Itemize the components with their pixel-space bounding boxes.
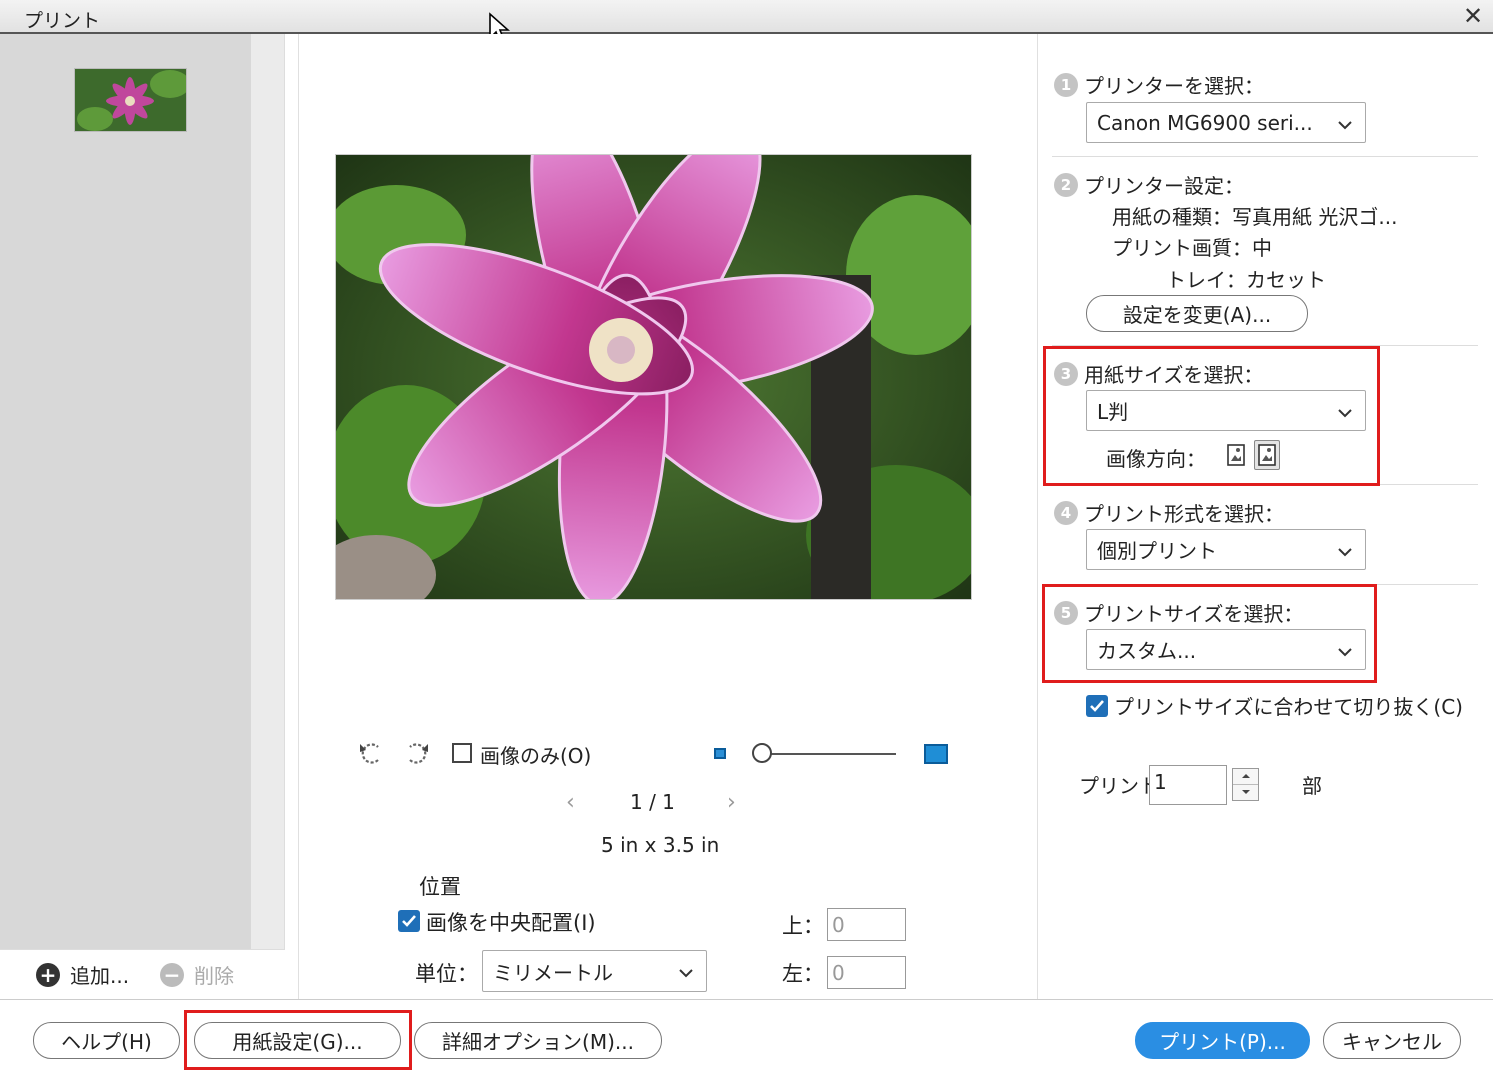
highlight-paper-size: [1043, 346, 1380, 486]
copies-input[interactable]: 1: [1149, 765, 1227, 805]
divider: [1052, 156, 1478, 157]
decrement-icon[interactable]: [1233, 785, 1258, 801]
step1-heading: 1 プリンターを選択：: [1054, 70, 1264, 99]
increment-icon[interactable]: [1233, 769, 1258, 785]
chevron-down-icon: [678, 959, 694, 983]
left-offset-input[interactable]: 0: [827, 956, 906, 989]
crop-to-fit-label: プリントサイズに合わせて切り抜く(C): [1114, 695, 1463, 719]
image-only-checkbox[interactable]: [452, 743, 472, 763]
page-indicator: 1 / 1: [630, 790, 675, 814]
rotate-left-icon[interactable]: [356, 738, 386, 773]
checkmark-icon: [1090, 700, 1104, 712]
print-format-value: 個別プリント: [1097, 539, 1217, 563]
delete-label: 削除: [194, 964, 234, 988]
left-offset-label: 左：: [782, 962, 824, 986]
delete-photo-button[interactable]: − 削除: [160, 960, 234, 989]
print-quality-text: プリント画質：中: [1112, 236, 1272, 260]
chevron-down-icon: [1337, 111, 1353, 135]
tray-text: トレイ：カセット: [1166, 268, 1326, 292]
crop-to-fit-checkbox[interactable]: [1086, 695, 1108, 717]
copies-label: プリント: [1079, 774, 1159, 798]
advanced-options-button[interactable]: 詳細オプション(M)...: [414, 1022, 662, 1059]
thumbnail-panel: [0, 34, 251, 949]
print-preview-image: [335, 154, 972, 600]
center-image-label: 画像を中央配置(I): [426, 911, 596, 935]
step2-heading: 2 プリンター設定：: [1054, 170, 1244, 199]
cancel-button[interactable]: キャンセル: [1323, 1022, 1461, 1059]
highlight-paper-setup: [184, 1010, 412, 1070]
highlight-print-size: [1042, 584, 1377, 683]
step-number-badge: 1: [1054, 72, 1078, 97]
paper-type-text: 用紙の種類：写真用紙 光沢ゴ...: [1112, 205, 1398, 229]
step-number-badge: 2: [1054, 172, 1078, 197]
step1-label: プリンターを選択：: [1084, 74, 1264, 98]
unit-label: 単位：: [415, 962, 478, 986]
window-title: プリント: [24, 10, 101, 32]
printer-dropdown[interactable]: Canon MG6900 seri...: [1086, 102, 1366, 143]
step4-label: プリント形式を選択：: [1084, 502, 1284, 526]
step-number-badge: 4: [1054, 500, 1078, 525]
print-button[interactable]: プリント(P)...: [1135, 1022, 1310, 1059]
change-settings-button[interactable]: 設定を変更(A)...: [1086, 295, 1308, 332]
rotate-right-icon[interactable]: [402, 738, 432, 773]
zoom-in-icon[interactable]: [924, 744, 948, 764]
unit-value: ミリメートル: [493, 960, 613, 985]
printer-value: Canon MG6900 seri...: [1097, 110, 1313, 135]
previous-page-icon[interactable]: ‹: [566, 790, 575, 815]
center-image-checkbox[interactable]: [398, 910, 420, 932]
chevron-down-icon: [1337, 538, 1353, 562]
zoom-out-icon[interactable]: [714, 748, 726, 759]
position-heading: 位置: [419, 875, 461, 899]
close-icon[interactable]: ✕: [1463, 2, 1483, 30]
thumbnail-scroll-strip[interactable]: [251, 34, 285, 999]
photo-thumbnail[interactable]: [74, 68, 187, 132]
zoom-slider-handle[interactable]: [752, 743, 772, 763]
image-only-label: 画像のみ(O): [480, 744, 592, 768]
step4-heading: 4 プリント形式を選択：: [1054, 498, 1284, 527]
help-button[interactable]: ヘルプ(H): [33, 1022, 180, 1059]
title-bar: [0, 0, 1493, 34]
top-offset-label: 上：: [782, 914, 824, 938]
add-photo-button[interactable]: + 追加...: [36, 960, 129, 989]
checkmark-icon: [402, 915, 416, 927]
minus-circle-icon: −: [160, 962, 184, 987]
next-page-icon[interactable]: ›: [727, 790, 736, 815]
top-offset-input[interactable]: 0: [827, 908, 906, 941]
print-format-dropdown[interactable]: 個別プリント: [1086, 529, 1366, 570]
plus-circle-icon: +: [36, 962, 60, 987]
zoom-slider-track[interactable]: [770, 753, 896, 755]
unit-dropdown[interactable]: ミリメートル: [482, 950, 707, 992]
print-size-text: 5 in x 3.5 in: [601, 833, 720, 857]
step2-label: プリンター設定：: [1084, 174, 1244, 198]
add-label: 追加...: [70, 964, 130, 988]
copies-unit-label: 部: [1302, 774, 1322, 798]
copies-spinner[interactable]: [1232, 768, 1259, 801]
